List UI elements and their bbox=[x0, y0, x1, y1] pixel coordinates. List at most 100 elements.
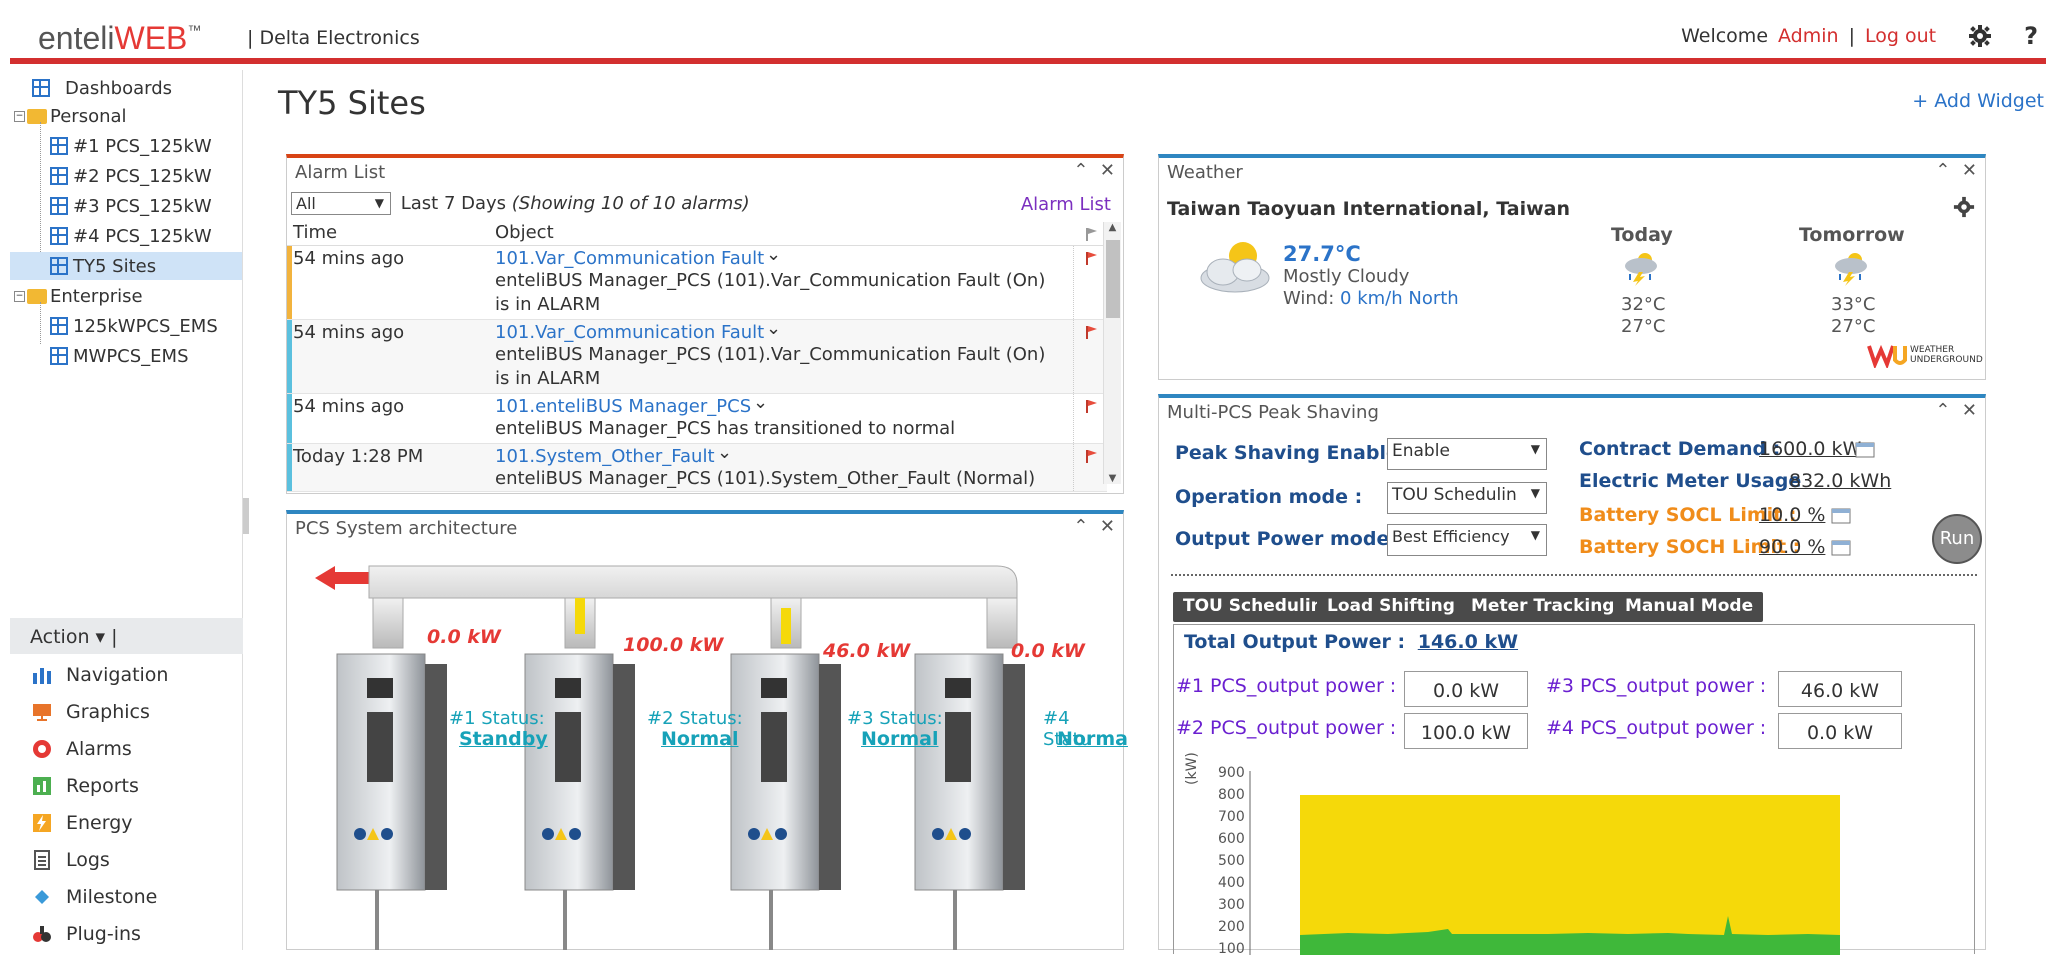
soc-low-limit-value[interactable]: 10.0 % bbox=[1759, 504, 1825, 526]
alarm-row[interactable]: 54 mins ago 101.Var_Communication Fault ⌄ e… bbox=[287, 318, 1107, 394]
alarm-row[interactable]: 54 mins ago 101.enteliBUS Manager_PCS ⌄ ent… bbox=[287, 392, 1107, 444]
run-button[interactable]: Run bbox=[1932, 514, 1982, 564]
tree-enterprise-folder[interactable]: − Enterprise bbox=[14, 282, 143, 310]
acknowledge-flag-icon[interactable] bbox=[1083, 398, 1099, 414]
thunderstorm-icon bbox=[1835, 253, 1867, 286]
pcs4-status[interactable]: Norma bbox=[1057, 728, 1128, 750]
alarm-row[interactable]: Today 1:28 PM 101.System_Other_Fault ⌄ ente… bbox=[287, 442, 1107, 492]
alarm-object-link[interactable]: 101.System_Other_Fault bbox=[495, 446, 715, 467]
close-icon[interactable]: ✕ bbox=[1962, 160, 1977, 181]
weather-settings-gear-icon[interactable] bbox=[1953, 196, 1975, 218]
peak-enable-select[interactable]: Enable ▼ bbox=[1387, 438, 1547, 470]
tab-load-shifting[interactable]: Load Shifting bbox=[1317, 592, 1465, 622]
nav-milestone[interactable]: Milestone bbox=[32, 882, 157, 912]
action-menu[interactable]: Action ▾ | bbox=[10, 618, 243, 654]
calendar-icon[interactable] bbox=[1831, 506, 1851, 524]
contract-demand-label: Contract Demand : bbox=[1579, 438, 1781, 460]
chart-y-unit: (kW) bbox=[1184, 752, 1200, 785]
chevron-down-icon[interactable]: ⌄ bbox=[753, 392, 768, 413]
chevron-down-icon[interactable]: ⌄ bbox=[766, 318, 781, 339]
collapse-icon[interactable]: ⌃ bbox=[1073, 160, 1088, 181]
collapse-icon[interactable]: ⌃ bbox=[1935, 160, 1950, 181]
add-widget-link[interactable]: + Add Widget bbox=[1912, 90, 2044, 112]
tree-item-pcs1[interactable]: #1 PCS_125kW bbox=[50, 132, 212, 160]
contract-demand-value[interactable]: 1600.0 kW bbox=[1759, 438, 1861, 460]
collapse-toggle-icon[interactable]: − bbox=[14, 110, 25, 122]
operation-mode-label: Operation mode : bbox=[1175, 486, 1363, 508]
alarm-count: (Showing 10 of 10 alarms) bbox=[511, 193, 750, 214]
tree-item-pcs3[interactable]: #3 PCS_125kW bbox=[50, 192, 212, 220]
calendar-icon[interactable] bbox=[1855, 440, 1875, 458]
alarm-range: Last 7 Days bbox=[400, 193, 507, 214]
operation-mode-select[interactable]: TOU Schedulin ▼ bbox=[1387, 482, 1547, 514]
nav-energy[interactable]: Energy bbox=[32, 808, 133, 838]
meter-usage-value[interactable]: 832.0 kWh bbox=[1789, 470, 1891, 492]
total-output-value[interactable]: 146.0 kW bbox=[1418, 631, 1518, 653]
collapse-toggle-icon[interactable]: − bbox=[14, 290, 25, 302]
output-power-mode-select[interactable]: Best Efficiency ▼ bbox=[1387, 524, 1547, 556]
logout-link[interactable]: Log out bbox=[1865, 25, 1936, 47]
tab-manual-mode[interactable]: Manual Mode bbox=[1615, 592, 1764, 622]
tree-item-125kwpcs-ems[interactable]: 125kWPCS_EMS bbox=[50, 312, 218, 340]
scroll-thumb[interactable] bbox=[1106, 240, 1120, 318]
collapse-icon[interactable]: ⌃ bbox=[1073, 516, 1088, 537]
chart-demand-area bbox=[1300, 795, 1840, 955]
alarm-list-link[interactable]: Alarm List bbox=[1021, 194, 1111, 215]
chevron-down-icon[interactable]: ⌄ bbox=[717, 442, 732, 463]
alarm-object-link[interactable]: 101.enteliBUS Manager_PCS bbox=[495, 396, 751, 417]
tree-item-mwpcs-ems[interactable]: MWPCS_EMS bbox=[50, 342, 189, 370]
col-time-header[interactable]: Time bbox=[293, 222, 337, 243]
soc-high-limit-value[interactable]: 90.0 % bbox=[1759, 536, 1825, 558]
pcs3-status[interactable]: Normal bbox=[861, 728, 938, 750]
settings-gear-icon[interactable] bbox=[1968, 24, 1992, 48]
chevron-down-icon[interactable]: ⌄ bbox=[766, 244, 781, 265]
nav-logs[interactable]: Logs bbox=[32, 845, 110, 875]
pcs2-status[interactable]: Normal bbox=[661, 728, 738, 750]
close-icon[interactable]: ✕ bbox=[1962, 400, 1977, 421]
alarm-description: enteliBUS Manager_PCS has transitioned t… bbox=[495, 418, 956, 439]
col-object-header[interactable]: Object bbox=[495, 222, 554, 243]
scroll-up-icon[interactable]: ▲ bbox=[1104, 222, 1121, 233]
help-icon[interactable]: ? bbox=[2024, 22, 2038, 50]
alarm-filter-select[interactable]: All ▼ bbox=[291, 192, 391, 215]
nav-navigation[interactable]: Navigation bbox=[32, 660, 168, 690]
total-output-label: Total Output Power : bbox=[1184, 631, 1406, 653]
collapse-icon[interactable]: ⌃ bbox=[1935, 400, 1950, 421]
tree-item-ty5-sites[interactable]: TY5 Sites bbox=[10, 252, 242, 280]
ack-column-icon[interactable] bbox=[1083, 226, 1099, 242]
widget-controls: ⌃ ✕ bbox=[1073, 516, 1115, 537]
tree-item-pcs2[interactable]: #2 PCS_125kW bbox=[50, 162, 212, 190]
nav-graphics[interactable]: Graphics bbox=[32, 697, 150, 727]
sidebar-collapse-handle[interactable] bbox=[243, 498, 249, 534]
tree-dashboards[interactable]: Dashboards bbox=[32, 74, 172, 102]
user-name-link[interactable]: Admin bbox=[1778, 25, 1839, 47]
widget-controls: ⌃ ✕ bbox=[1935, 160, 1977, 181]
tab-meter-tracking[interactable]: Meter Tracking bbox=[1461, 592, 1625, 622]
alarm-filter-value: All bbox=[296, 194, 316, 213]
close-icon[interactable]: ✕ bbox=[1100, 160, 1115, 181]
close-icon[interactable]: ✕ bbox=[1100, 516, 1115, 537]
tree-item-label: #1 PCS_125kW bbox=[73, 135, 212, 157]
nav-reports[interactable]: Reports bbox=[32, 771, 139, 801]
widget-header: Alarm List ⌃ ✕ bbox=[287, 158, 1123, 186]
nav-alarms[interactable]: Alarms bbox=[32, 734, 132, 764]
tree-personal-folder[interactable]: − Personal bbox=[14, 102, 127, 130]
tree-item-pcs4[interactable]: #4 PCS_125kW bbox=[50, 222, 212, 250]
nav-plugins[interactable]: Plug-ins bbox=[32, 919, 141, 949]
calendar-icon[interactable] bbox=[1831, 538, 1851, 556]
scroll-down-icon[interactable]: ▼ bbox=[1104, 473, 1121, 484]
pcs2-output-label: #2 PCS_output power : bbox=[1176, 717, 1397, 739]
alarm-row[interactable]: 54 mins ago 101.Var_Communication Fault ⌄ e… bbox=[287, 244, 1107, 320]
pcs3-output-value: 46.0 kW bbox=[1778, 671, 1902, 707]
alarm-object-link[interactable]: 101.Var_Communication Fault bbox=[495, 248, 764, 269]
widget-header: Weather ⌃ ✕ bbox=[1159, 158, 1985, 186]
alarm-object-link[interactable]: 101.Var_Communication Fault bbox=[495, 322, 764, 343]
enteliweb-logo: enteliWEB™ bbox=[38, 20, 202, 56]
acknowledge-flag-icon[interactable] bbox=[1083, 250, 1099, 266]
alarm-scrollbar[interactable]: ▲ ▼ bbox=[1103, 222, 1121, 484]
acknowledge-flag-icon[interactable] bbox=[1083, 324, 1099, 340]
pcs1-status[interactable]: Standby bbox=[459, 728, 548, 750]
alarm-description: is in ALARM bbox=[495, 368, 601, 389]
dashboard-icon bbox=[50, 347, 68, 365]
acknowledge-flag-icon[interactable] bbox=[1083, 448, 1099, 464]
